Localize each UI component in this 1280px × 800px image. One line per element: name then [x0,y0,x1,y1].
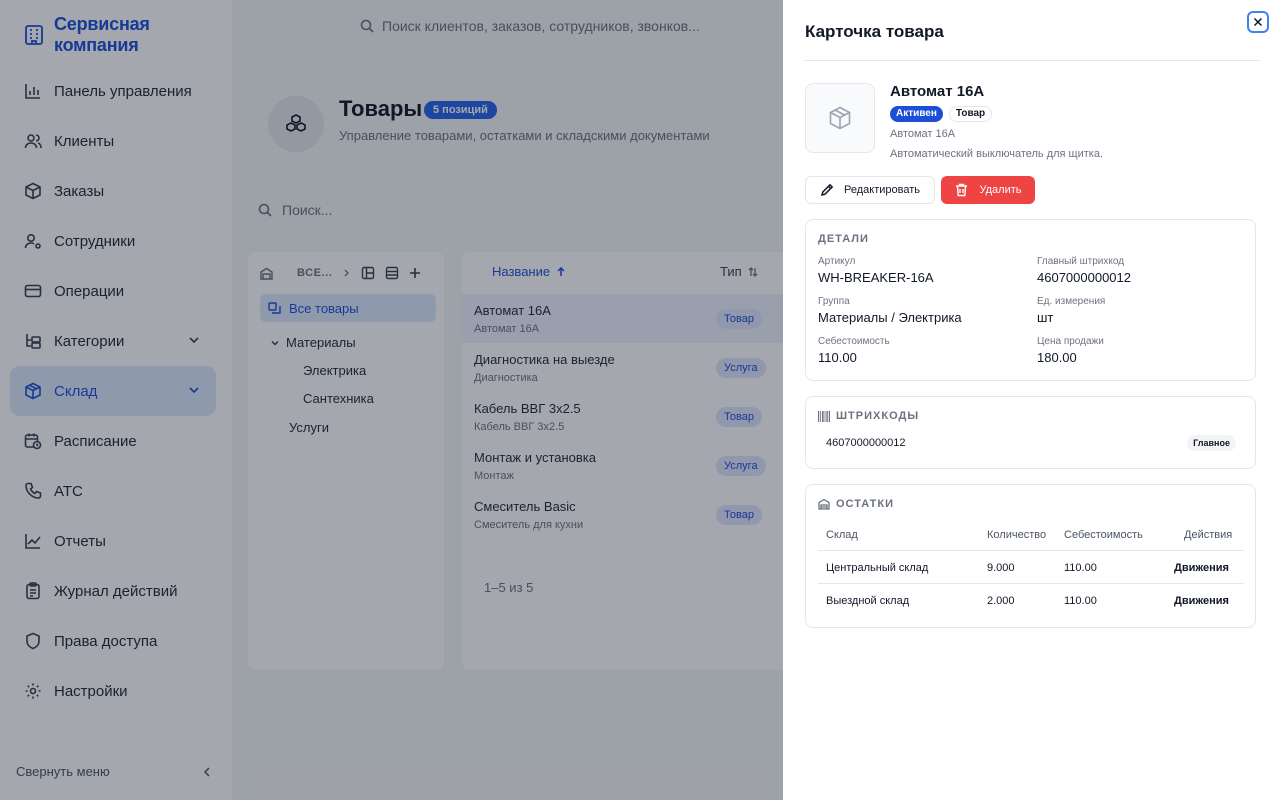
delete-button-label: Удалить [979,184,1022,196]
drawer-title: Карточка товара [805,22,944,41]
modal-backdrop[interactable] [0,0,783,800]
product-description: Автоматический выключатель для щитка. [890,148,1104,160]
type-badge: Товар [948,106,993,122]
edit-button[interactable]: Редактировать [805,176,935,204]
detail-value: WH-BREAKER-16A [818,270,934,285]
barcode-row: 4607000000012 Главное [826,435,1236,451]
detail-price: Цена продажи 180.00 [1037,336,1104,365]
movements-button[interactable]: Движения [1174,562,1229,574]
detail-group: Группа Материалы / Электрика [818,296,962,325]
product-card-drawer: Карточка товара Автомат 16А Активен Това… [783,0,1280,800]
status-badge: Активен [890,106,943,122]
detail-sku: Артикул WH-BREAKER-16A [818,256,934,285]
barcodes-title: ШТРИХКОДЫ [836,410,920,422]
col-warehouse: Склад [826,529,858,541]
barcode-value: 4607000000012 [826,437,906,449]
close-icon [1253,17,1263,27]
main-barcode-badge: Главное [1187,435,1236,451]
col-actions: Действия [1184,529,1233,541]
barcodes-title-row: ШТРИХКОДЫ [818,410,919,422]
trash-icon [955,183,968,197]
detail-cost: Себестоимость 110.00 [818,336,890,365]
stock-warehouse: Центральный склад [826,562,929,574]
delete-button[interactable]: Удалить [941,176,1035,204]
barcode-icon [818,410,830,422]
detail-label: Артикул [818,256,856,267]
col-cost: Себестоимость [1064,529,1143,541]
product-subname: Автомат 16А [890,128,956,140]
detail-unit: Ед. измерения шт [1037,296,1105,325]
stock-cost: 110.00 [1064,562,1097,574]
detail-value: Материалы / Электрика [818,310,962,325]
movements-button[interactable]: Движения [1174,595,1229,607]
details-title: ДЕТАЛИ [818,233,869,245]
stock-row: Выездной склад 2.000 110.00 Движения [818,583,1244,616]
details-card: ДЕТАЛИ Артикул WH-BREAKER-16A Главный шт… [805,219,1256,381]
close-button[interactable] [1247,11,1269,33]
detail-label: Себестоимость [818,336,890,347]
box-icon [827,105,853,131]
stock-qty: 2.000 [987,595,1015,607]
stock-warehouse: Выездной склад [826,595,910,607]
stock-title: ОСТАТКИ [836,498,894,510]
col-qty: Количество [987,529,1047,541]
product-badges: Активен Товар [890,106,993,122]
detail-value: шт [1037,310,1054,325]
edit-button-label: Редактировать [844,184,920,196]
pencil-icon [820,183,834,197]
barcodes-card: ШТРИХКОДЫ 4607000000012 Главное [805,396,1256,469]
product-image-placeholder [805,83,875,153]
detail-value: 180.00 [1037,350,1077,365]
warehouse-icon [818,498,830,510]
stock-cost: 110.00 [1064,595,1097,607]
detail-label: Ед. измерения [1037,296,1106,307]
detail-label: Группа [818,296,850,307]
detail-label: Цена продажи [1037,336,1104,347]
detail-label: Главный штрихкод [1037,256,1125,267]
stock-qty: 9.000 [987,562,1015,574]
detail-barcode: Главный штрихкод 4607000000012 [1037,256,1131,285]
detail-value: 110.00 [818,350,857,365]
stock-row: Центральный склад 9.000 110.00 Движения [818,550,1244,583]
stock-card: ОСТАТКИ Склад Количество Себестоимость Д… [805,484,1256,628]
detail-value: 4607000000012 [1037,270,1131,285]
product-name: Автомат 16А [890,83,985,100]
stock-title-row: ОСТАТКИ [818,498,894,510]
divider [805,60,1259,61]
